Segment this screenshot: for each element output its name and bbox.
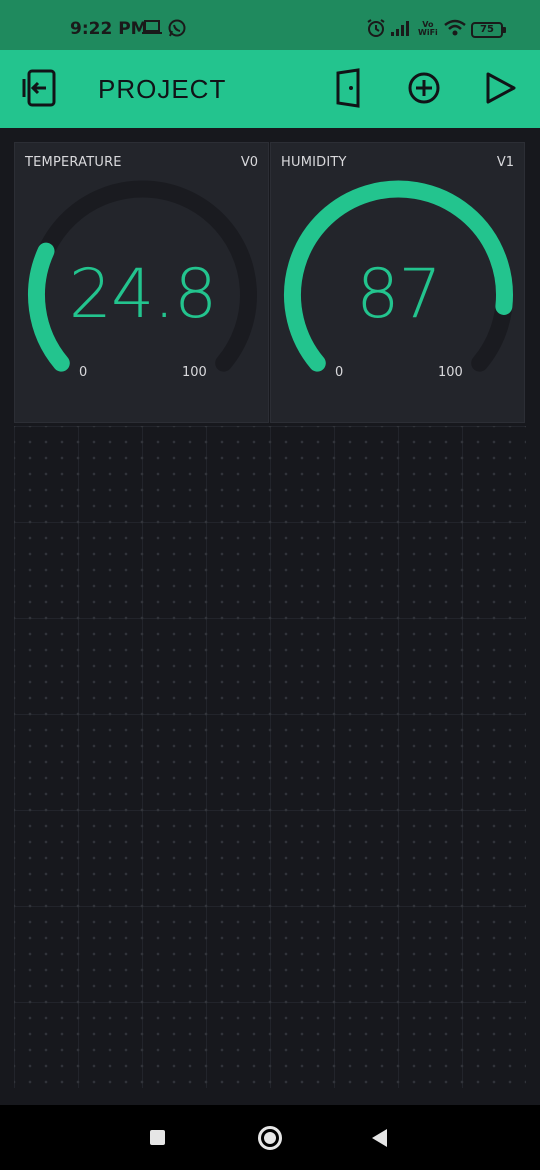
whatsapp-icon bbox=[167, 18, 187, 42]
back-icon[interactable] bbox=[372, 1129, 387, 1147]
add-icon[interactable] bbox=[405, 68, 443, 108]
gauge-value: 24.8 bbox=[68, 255, 217, 334]
temperature-gauge-widget[interactable]: TEMPERATURE V0 24.8 0 100 bbox=[14, 142, 269, 423]
gauge-max-label: 100 bbox=[182, 365, 207, 380]
exit-icon[interactable] bbox=[20, 68, 58, 108]
volte-wifi-label: Vo WiFi bbox=[418, 21, 438, 37]
widget-pin: V1 bbox=[496, 155, 514, 170]
laptop-icon bbox=[142, 18, 162, 40]
device-icon[interactable] bbox=[329, 68, 367, 108]
status-time: 9:22 PM bbox=[70, 19, 148, 39]
widget-title: TEMPERATURE bbox=[25, 155, 122, 170]
status-bar: 9:22 PM Vo WiFi 75 bbox=[0, 0, 540, 50]
widget-title: HUMIDITY bbox=[281, 155, 347, 170]
recents-icon[interactable] bbox=[150, 1130, 165, 1145]
home-icon[interactable] bbox=[258, 1126, 282, 1150]
wifi-label: WiFi bbox=[418, 28, 438, 37]
gauge-value: 87 bbox=[356, 255, 442, 334]
app-header: PROJECT bbox=[0, 50, 540, 128]
gauge-min-label: 0 bbox=[335, 365, 344, 380]
gauge-min-label: 0 bbox=[79, 365, 88, 380]
play-icon[interactable] bbox=[482, 68, 520, 108]
alarm-icon bbox=[366, 18, 386, 42]
signal-icon bbox=[390, 18, 412, 42]
project-canvas-grid[interactable] bbox=[14, 426, 526, 1088]
gauge-max-label: 100 bbox=[438, 365, 463, 380]
system-nav-bar bbox=[0, 1105, 540, 1170]
battery-icon: 75 bbox=[471, 22, 506, 38]
humidity-gauge-widget[interactable]: HUMIDITY V1 87 0 100 bbox=[270, 142, 525, 423]
project-title: PROJECT bbox=[98, 74, 227, 104]
wifi-icon bbox=[443, 18, 467, 42]
widget-pin: V0 bbox=[240, 155, 258, 170]
